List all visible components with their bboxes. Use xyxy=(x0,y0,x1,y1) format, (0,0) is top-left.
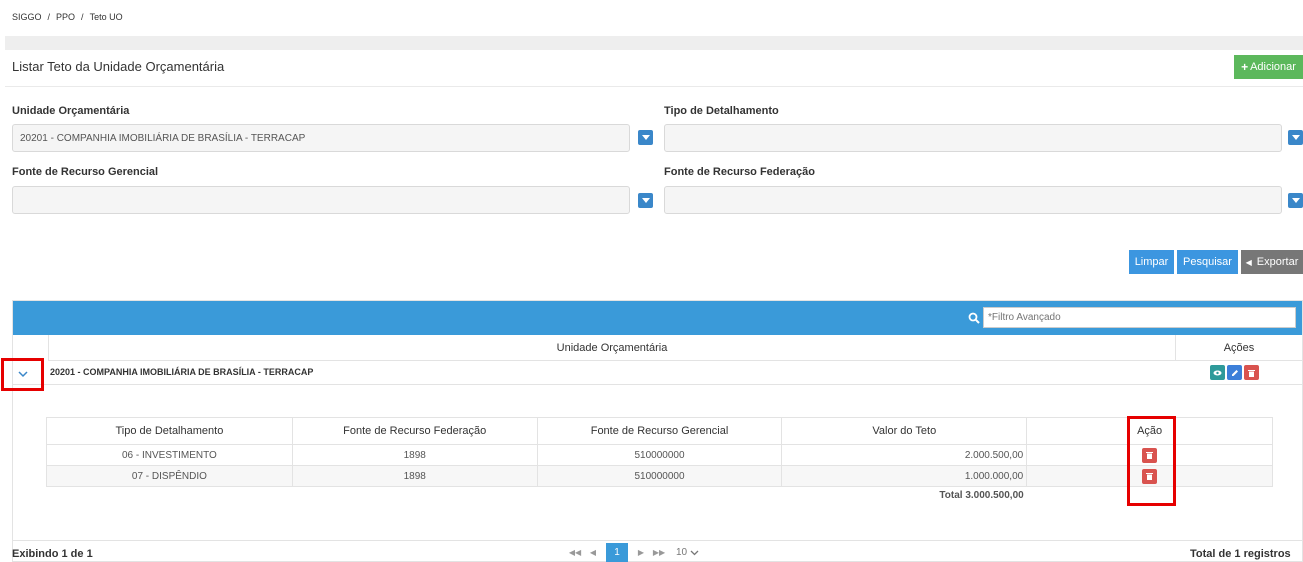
cell-gerencial: 510000000 xyxy=(536,444,783,466)
detail-table: Tipo de Detalhamento Fonte de Recurso Fe… xyxy=(46,417,1273,505)
chevron-left-icon: ◀ xyxy=(1245,257,1252,267)
sub-header-gerencial: Fonte de Recurso Gerencial xyxy=(536,417,783,445)
page-title: Listar Teto da Unidade Orçamentária xyxy=(12,59,225,74)
prev-page-icon[interactable]: ◀ xyxy=(584,543,602,562)
total-registros-text: Total de 1 registros xyxy=(1190,548,1291,560)
limpar-button[interactable]: Limpar xyxy=(1129,250,1174,274)
pesquisar-button[interactable]: Pesquisar xyxy=(1177,250,1238,274)
cell-tipo: 07 - DISPÊNDIO xyxy=(46,465,293,487)
breadcrumb-separator: / xyxy=(81,12,84,22)
plus-icon: + xyxy=(1241,60,1249,74)
table-row: 06 - INVESTIMENTO 1898 510000000 2.000.5… xyxy=(46,444,1273,466)
fonte-gerencial-select[interactable] xyxy=(12,186,630,214)
column-header-acoes: Ações xyxy=(1176,335,1302,361)
fonte-federacao-dropdown-toggle[interactable] xyxy=(1288,193,1303,208)
breadcrumb-siggo[interactable]: SIGGO xyxy=(12,12,42,22)
tipo-dropdown-toggle[interactable] xyxy=(1288,130,1303,145)
top-divider-bar xyxy=(5,36,1303,50)
unidade-dropdown-toggle[interactable] xyxy=(638,130,653,145)
last-page-icon[interactable]: ▶▶ xyxy=(650,543,668,562)
chevron-down-icon xyxy=(17,371,28,378)
sub-header-valor: Valor do Teto xyxy=(781,417,1028,445)
unidade-select[interactable]: 20201 - COMPANHIA IMOBILIÁRIA DE BRASÍLI… xyxy=(12,124,630,152)
pagination: ◀◀ ◀ 1 ▶ ▶▶ 10 xyxy=(566,543,699,562)
expand-row-button[interactable] xyxy=(1,358,44,391)
group-unidade-label: 20201 - COMPANHIA IMOBILIÁRIA DE BRASÍLI… xyxy=(50,367,314,377)
footer-divider xyxy=(12,540,1303,541)
add-button-label: Adicionar xyxy=(1250,61,1296,73)
sub-header-federacao: Fonte de Recurso Federação xyxy=(291,417,538,445)
page-size-value: 10 xyxy=(676,547,688,558)
edit-button[interactable] xyxy=(1227,365,1242,380)
cell-tipo: 06 - INVESTIMENTO xyxy=(46,444,293,466)
sub-header-tipo: Tipo de Detalhamento xyxy=(46,417,293,445)
pencil-icon xyxy=(1231,369,1238,376)
breadcrumb: SIGGO / PPO / Teto UO xyxy=(12,12,123,22)
breadcrumb-teto-uo: Teto UO xyxy=(89,12,123,22)
breadcrumb-separator: / xyxy=(47,12,51,22)
view-button[interactable] xyxy=(1210,365,1225,380)
current-page-button[interactable]: 1 xyxy=(606,543,628,562)
fonte-gerencial-label: Fonte de Recurso Gerencial xyxy=(12,166,159,178)
exibindo-text: Exibindo 1 de 1 xyxy=(12,548,93,560)
cell-gerencial: 510000000 xyxy=(536,465,783,487)
fonte-gerencial-dropdown-toggle[interactable] xyxy=(638,193,653,208)
tipo-label: Tipo de Detalhamento xyxy=(664,105,779,117)
add-button[interactable]: + Adicionar xyxy=(1234,55,1303,79)
cell-federacao: 1898 xyxy=(291,465,538,487)
breadcrumb-ppo[interactable]: PPO xyxy=(56,12,75,22)
cell-valor: 1.000.000,00 xyxy=(781,465,1028,487)
trash-icon xyxy=(1248,369,1255,377)
grid-toolbar xyxy=(13,301,1302,335)
eye-icon xyxy=(1213,370,1222,375)
group-row: 20201 - COMPANHIA IMOBILIÁRIA DE BRASÍLI… xyxy=(1,358,1302,391)
fonte-federacao-select[interactable] xyxy=(664,186,1282,214)
page-size-select[interactable]: 10 xyxy=(676,547,699,558)
table-row: 07 - DISPÊNDIO 1898 510000000 1.000.000,… xyxy=(46,465,1273,487)
total-row: Total 3.000.500,00 xyxy=(46,486,1273,505)
first-page-icon[interactable]: ◀◀ xyxy=(566,543,584,562)
exportar-label: Exportar xyxy=(1256,256,1299,268)
delete-button[interactable] xyxy=(1244,365,1259,380)
tipo-select[interactable] xyxy=(664,124,1282,152)
cell-valor: 2.000.500,00 xyxy=(781,444,1028,466)
column-header-unidade[interactable]: Unidade Orçamentária xyxy=(48,335,1176,361)
advanced-filter-input[interactable] xyxy=(983,307,1296,328)
unidade-select-value: 20201 - COMPANHIA IMOBILIÁRIA DE BRASÍLI… xyxy=(20,132,306,144)
unidade-label: Unidade Orçamentária xyxy=(12,105,130,117)
total-value: Total 3.000.500,00 xyxy=(781,486,1027,505)
exportar-button[interactable]: ◀ Exportar xyxy=(1241,250,1303,274)
fonte-federacao-label: Fonte de Recurso Federação xyxy=(664,166,815,178)
next-page-icon[interactable]: ▶ xyxy=(632,543,650,562)
chevron-down-icon xyxy=(690,550,699,555)
cell-federacao: 1898 xyxy=(291,444,538,466)
search-icon xyxy=(968,312,980,324)
title-divider xyxy=(5,86,1303,87)
acao-highlight-box xyxy=(1127,416,1176,506)
